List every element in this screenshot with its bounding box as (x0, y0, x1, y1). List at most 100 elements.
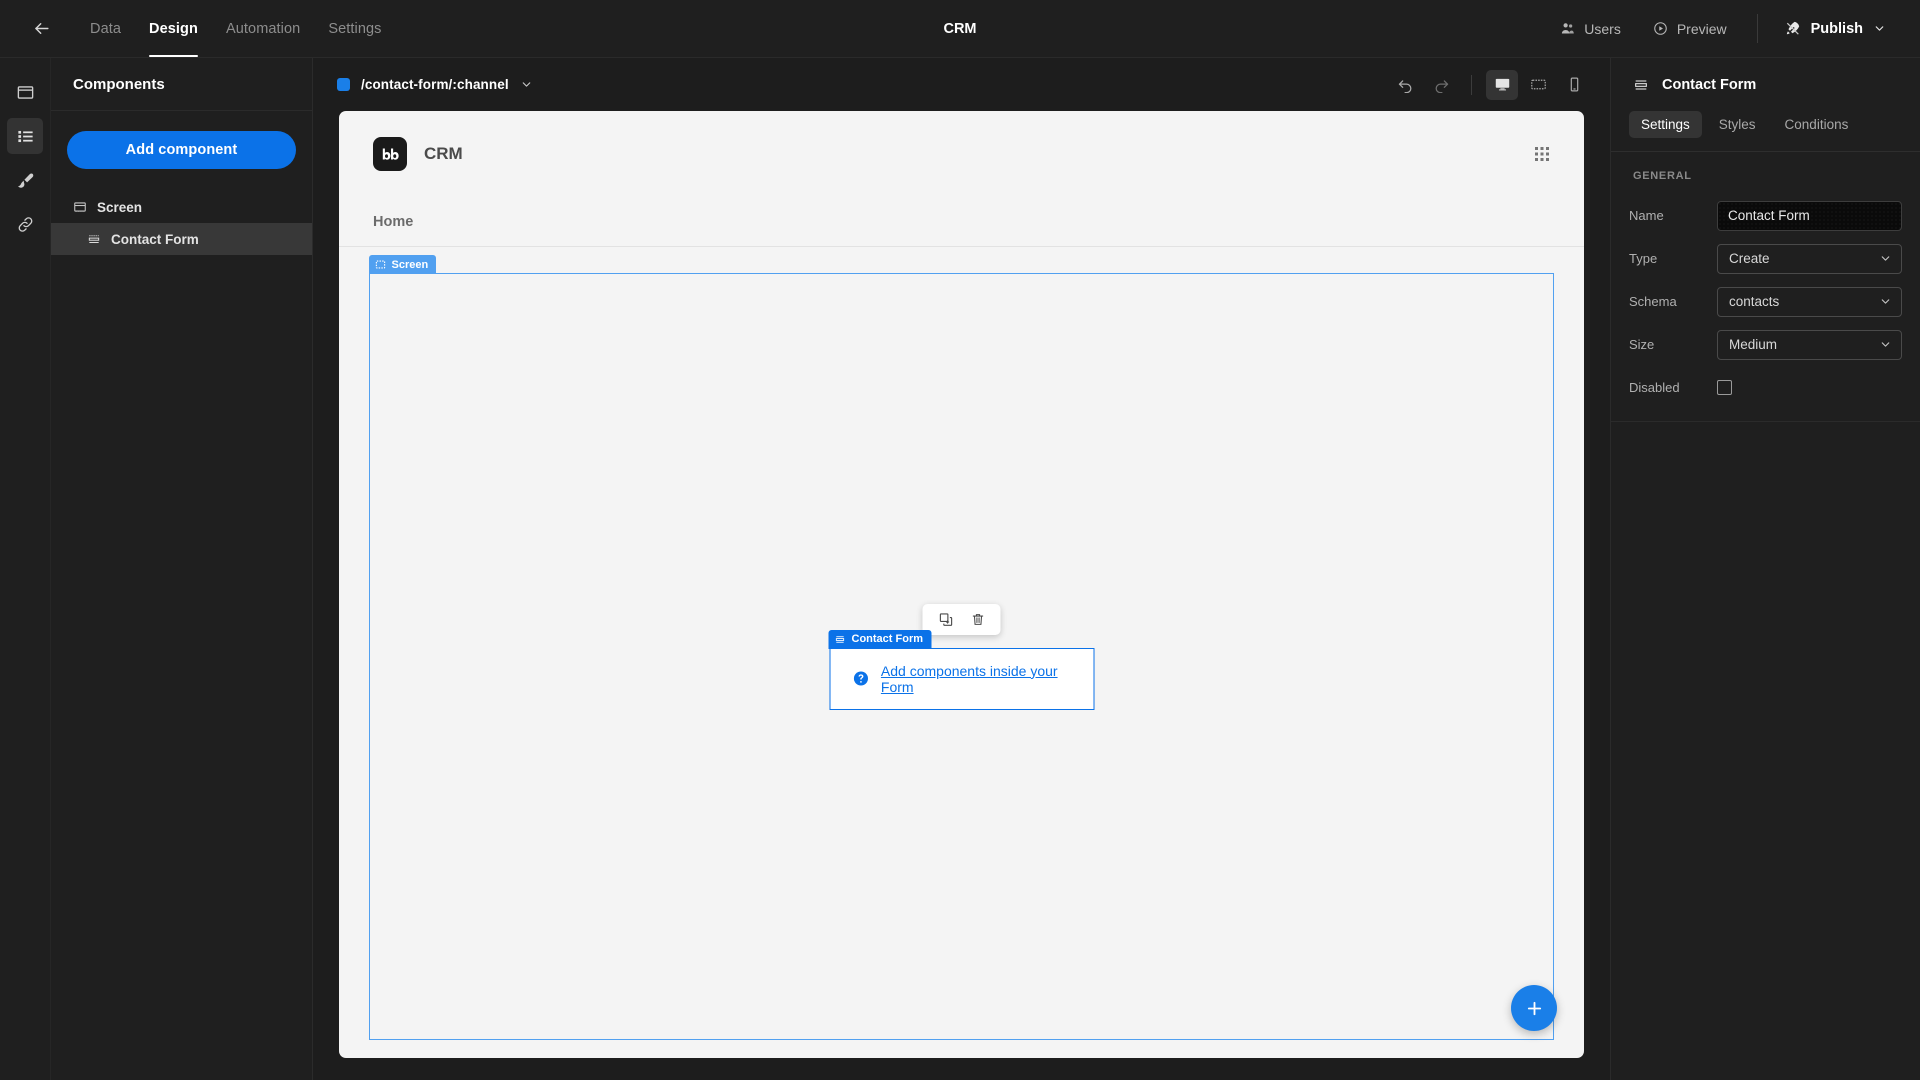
type-label: Type (1629, 251, 1658, 266)
top-navigation-bar: Data Design Automation Settings CRM User… (0, 0, 1920, 58)
tab-design[interactable]: Design (135, 0, 212, 57)
main-body: Components Add component Screen Contact … (0, 58, 1920, 1080)
type-select[interactable]: Create (1717, 243, 1902, 274)
undo-button[interactable] (1389, 70, 1421, 100)
users-icon (1562, 23, 1575, 34)
main-tabs: Data Design Automation Settings (76, 0, 396, 57)
topbar-left-group: Data Design Automation Settings (0, 0, 396, 57)
tab-data[interactable]: Data (76, 0, 135, 57)
publish-label: Publish (1810, 20, 1863, 37)
users-button[interactable]: Users (1544, 0, 1637, 57)
schema-value: contacts (1729, 294, 1780, 309)
properties-panel-header: Contact Form (1611, 58, 1920, 111)
preview-label: Preview (1676, 20, 1727, 37)
app-menu-grid-icon[interactable] (1534, 146, 1550, 162)
properties-panel: Contact Form Settings Styles Conditions … (1610, 58, 1920, 1080)
route-selector[interactable]: /contact-form/:channel (337, 77, 533, 92)
screen-selection-outline[interactable]: Screen Contact Form Add components insid… (368, 255, 1554, 1040)
add-components-hint-link[interactable]: Add components inside your Form (881, 663, 1093, 695)
disabled-label: Disabled (1629, 380, 1680, 395)
publish-button[interactable]: Publish (1768, 0, 1902, 57)
mobile-icon (1570, 77, 1578, 92)
link-icon (18, 216, 32, 232)
name-control (1717, 200, 1902, 231)
workspace-toolbar: /contact-form/:channel (313, 58, 1610, 111)
rail-item-navigation[interactable] (7, 206, 43, 242)
back-button[interactable] (24, 12, 58, 46)
rail-item-theme[interactable] (7, 162, 43, 198)
contact-form-component[interactable]: Contact Form Add components inside your … (828, 629, 1094, 710)
toolbar-divider (1471, 74, 1472, 95)
tab-design-label: Design (149, 20, 198, 37)
tab-settings-label: Settings (1641, 117, 1690, 132)
rail-item-components[interactable] (7, 118, 43, 154)
contact-form-badge[interactable]: Contact Form (828, 629, 931, 649)
add-component-fab[interactable] (1511, 985, 1557, 1031)
grid-dots-icon (1535, 147, 1549, 161)
components-panel-body: Add component Screen Contact Form (51, 111, 312, 255)
bb-logo-icon (382, 148, 399, 160)
help-circle-icon (853, 671, 868, 686)
tab-automation[interactable]: Automation (212, 0, 314, 57)
add-component-button[interactable]: Add component (67, 131, 296, 169)
contact-form-badge-label: Contact Form (851, 633, 924, 645)
tab-styles[interactable]: Styles (1707, 111, 1768, 138)
name-input[interactable] (1717, 200, 1902, 231)
chevron-down-icon (522, 82, 531, 87)
topbar-right-group: Users Preview Publish (1544, 0, 1920, 57)
chevron-down-icon (1875, 26, 1884, 31)
tree-item-contact-form[interactable]: Contact Form (51, 223, 312, 255)
canvas-wrapper: CRM Home Screen Contact Form Add compone… (313, 111, 1610, 1080)
section-general-label: GENERAL (1633, 170, 1692, 182)
preview-button[interactable]: Preview (1637, 0, 1743, 57)
screen-badge-label: Screen (391, 258, 429, 271)
duplicate-button[interactable] (934, 607, 958, 631)
rail-item-screens[interactable] (7, 74, 43, 110)
size-control: Medium (1717, 329, 1902, 360)
trash-icon (972, 613, 983, 625)
delete-button[interactable] (966, 607, 990, 631)
tree-item-screen[interactable]: Screen (51, 191, 312, 223)
chevron-down-icon (1881, 342, 1890, 347)
schema-select[interactable]: contacts (1717, 286, 1902, 317)
tab-styles-label: Styles (1718, 117, 1756, 132)
name-label: Name (1629, 208, 1664, 223)
schema-label: Schema (1629, 294, 1677, 309)
play-circle-icon (1654, 22, 1667, 35)
tree-item-contact-form-label: Contact Form (111, 231, 199, 247)
components-panel: Components Add component Screen Contact … (51, 58, 313, 1080)
size-select[interactable]: Medium (1717, 329, 1902, 360)
desktop-preview-button[interactable] (1486, 69, 1518, 100)
desktop-icon (1495, 78, 1509, 91)
selected-form-group: Contact Form Add components inside your … (828, 603, 1094, 710)
nav-link-home[interactable]: Home (373, 214, 413, 230)
preview-app-nav: Home (339, 197, 1584, 247)
properties-panel-title: Contact Form (1662, 76, 1757, 93)
preview-app-name: CRM (424, 144, 463, 163)
screen-badge[interactable]: Screen (368, 255, 437, 274)
form-icon (1635, 79, 1647, 90)
tablet-preview-button[interactable] (1522, 70, 1554, 100)
screen-icon (74, 202, 86, 212)
budibase-logo (373, 137, 407, 171)
tab-settings[interactable]: Settings (314, 0, 395, 57)
dashed-rect-icon (375, 260, 385, 269)
tab-settings[interactable]: Settings (1629, 111, 1702, 138)
redo-button[interactable] (1425, 70, 1457, 100)
plus-icon (1527, 1001, 1541, 1015)
app-preview-canvas: CRM Home Screen Contact Form Add compone… (339, 111, 1584, 1058)
chevron-down-icon (1881, 256, 1890, 261)
property-row-disabled: Disabled (1611, 366, 1920, 409)
route-label: /contact-form/:channel (361, 77, 509, 92)
tab-data-label: Data (90, 20, 122, 37)
disabled-control (1717, 380, 1902, 395)
arrow-left-icon (34, 23, 49, 34)
disabled-checkbox[interactable] (1717, 380, 1732, 395)
property-row-type: Type Create (1611, 237, 1920, 280)
workspace: /contact-form/:channel CRM Home Screen C… (313, 58, 1610, 1080)
tab-conditions[interactable]: Conditions (1773, 111, 1861, 138)
mobile-preview-button[interactable] (1558, 70, 1590, 100)
schema-control: contacts (1717, 286, 1902, 317)
property-row-size: Size Medium (1611, 323, 1920, 366)
users-label: Users (1584, 20, 1621, 37)
